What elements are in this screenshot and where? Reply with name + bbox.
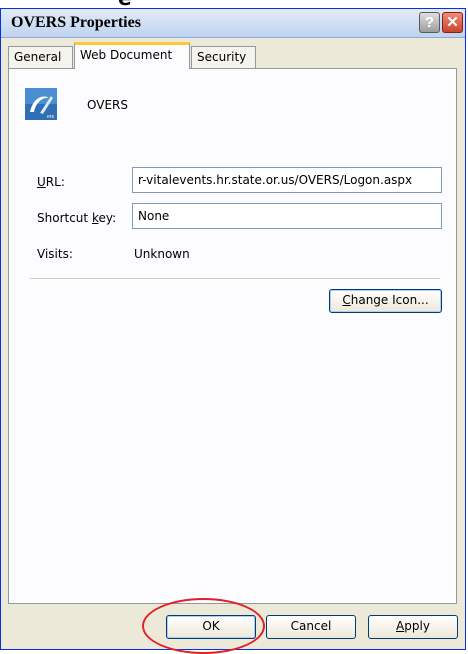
shortcut-key-label: Shortcut key: — [37, 211, 117, 225]
close-button[interactable]: ✕ — [442, 12, 463, 33]
cancel-button[interactable]: Cancel — [266, 615, 356, 639]
title-bar: OVERS Properties ? ✕ — [1, 9, 465, 38]
ok-highlight-annotation — [142, 598, 265, 654]
url-field[interactable]: r-vitalevents.hr.state.or.us/OVERS/Logon… — [132, 167, 442, 193]
shortcut-key-field[interactable]: None — [132, 203, 442, 229]
item-name: OVERS — [87, 98, 128, 112]
window-title: OVERS Properties — [11, 14, 141, 31]
cropped-caption: e — [0, 0, 468, 8]
tab-security[interactable]: Security — [191, 46, 256, 68]
separator — [30, 278, 440, 279]
tab-general[interactable]: General — [8, 46, 73, 68]
visits-label: Visits: — [37, 247, 73, 261]
tab-web-document[interactable]: Web Document — [74, 42, 190, 69]
help-button[interactable]: ? — [419, 12, 440, 33]
change-icon-button[interactable]: Change Icon... — [329, 289, 442, 313]
url-label: URL: — [37, 175, 65, 189]
overs-app-icon: ers — [25, 88, 57, 120]
visits-value: Unknown — [134, 247, 190, 261]
svg-text:ers: ers — [47, 114, 54, 120]
apply-button[interactable]: Apply — [368, 615, 458, 639]
tab-panel — [8, 68, 457, 604]
